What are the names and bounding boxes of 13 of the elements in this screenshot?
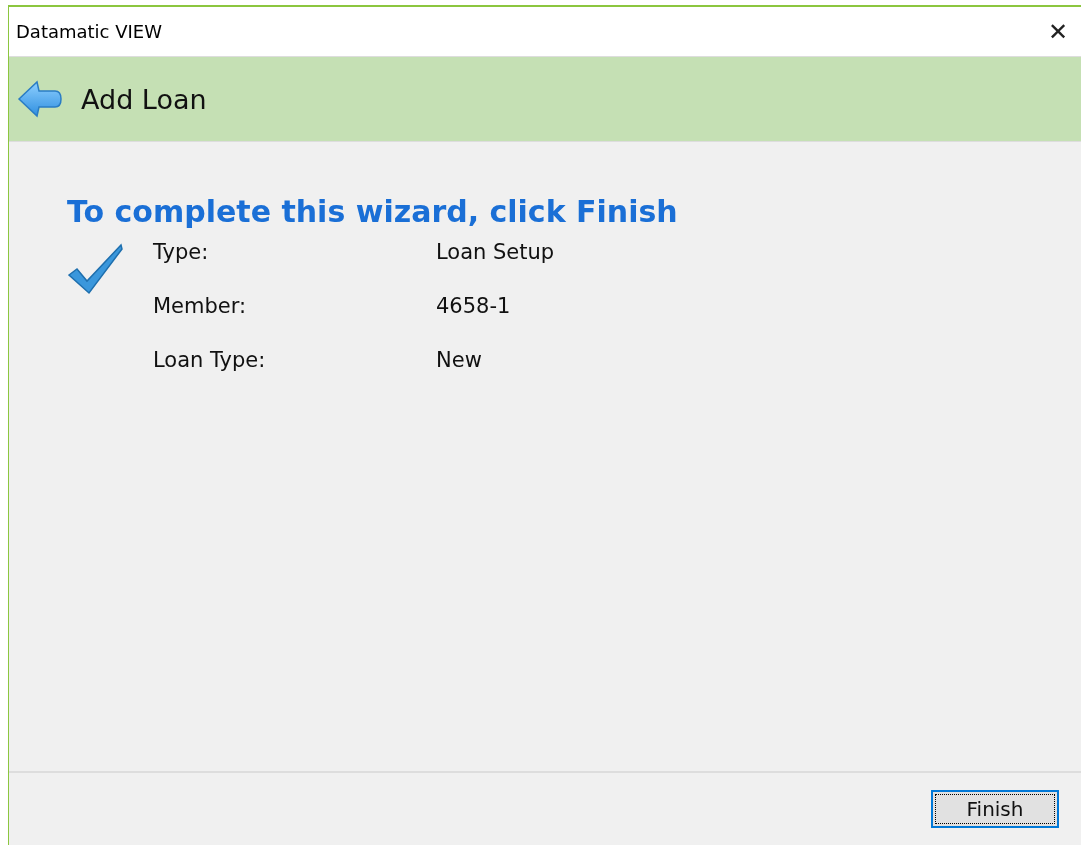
finish-button[interactable]: Finish (931, 790, 1059, 828)
page-title: Add Loan (81, 83, 207, 115)
field-value: 4658-1 (436, 293, 512, 320)
field-label: Type: (153, 239, 210, 266)
wizard-heading: To complete this wizard, click Finish (67, 194, 679, 229)
field-label: Loan Type: (153, 347, 267, 374)
window-title: Datamatic VIEW (16, 21, 162, 42)
field-value: Loan Setup (436, 239, 555, 266)
close-button[interactable]: ✕ (1035, 17, 1081, 46)
checkmark-icon (67, 243, 123, 295)
back-arrow-icon[interactable] (17, 80, 63, 118)
field-value: New (436, 347, 483, 374)
field-label: Member: (153, 293, 248, 320)
